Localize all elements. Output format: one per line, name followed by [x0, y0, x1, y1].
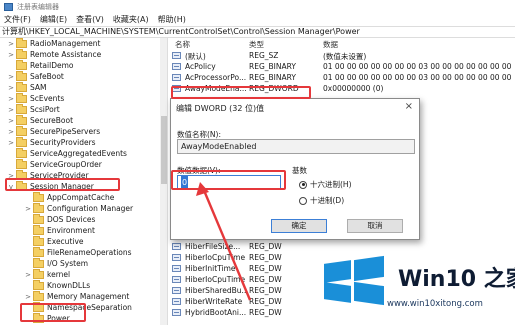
watermark-url: www.win10xitong.com	[387, 299, 483, 309]
watermark-brand: Win10 之家	[398, 267, 515, 292]
arrow-line	[201, 187, 252, 301]
logo-pane-tl	[324, 260, 351, 283]
logo-pane-tr	[354, 255, 384, 282]
logo-pane-br	[354, 281, 384, 306]
watermark: Win10 之家 www.win10xitong.com	[318, 255, 515, 325]
arrow-head	[196, 182, 209, 196]
logo-pane-bl	[324, 282, 351, 303]
windows-logo-icon	[324, 255, 384, 306]
